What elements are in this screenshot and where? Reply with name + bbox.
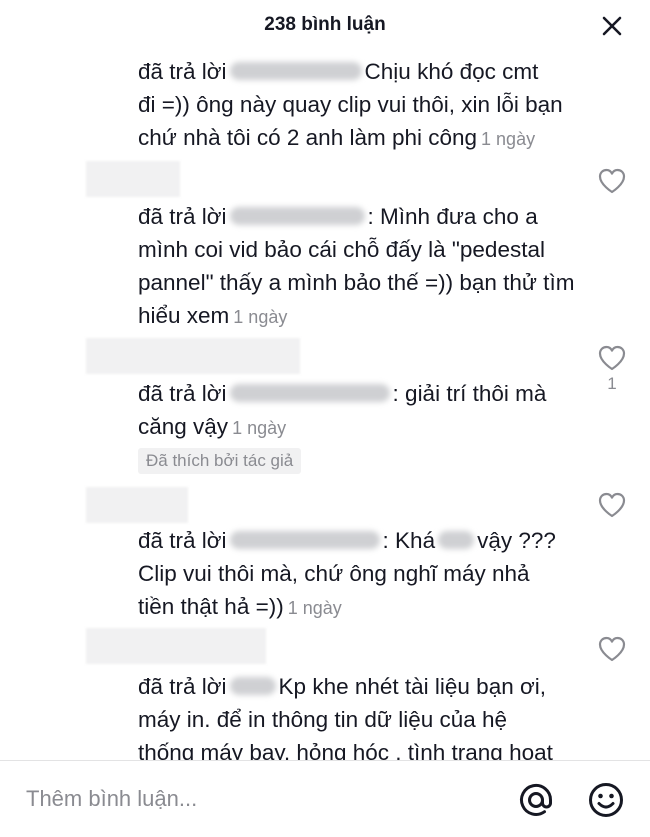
blurred-username-bar bbox=[86, 161, 180, 197]
like-button[interactable] bbox=[596, 167, 628, 195]
comment-input-bar bbox=[0, 760, 650, 837]
blurred-username-bar bbox=[86, 487, 188, 523]
comment-reply-text: đã trả lời: giải trí thôi mà căng vậy 1 n… bbox=[138, 381, 547, 439]
close-button[interactable] bbox=[598, 12, 626, 40]
comment-timestamp: 1 ngày bbox=[233, 307, 288, 327]
like-button[interactable] bbox=[596, 635, 628, 663]
comment-count-title: 238 bình luận bbox=[264, 14, 386, 35]
comment-timestamp: 1 ngày bbox=[232, 418, 287, 438]
comment-timestamp: 1 ngày bbox=[287, 598, 342, 618]
blurred-username-bar bbox=[86, 338, 300, 374]
blurred-username bbox=[229, 677, 276, 695]
comments-header: 238 bình luận bbox=[0, 0, 650, 50]
comment-list[interactable]: đã trả lời Chịu khó đọc cmt đi =)) ông nà… bbox=[0, 50, 650, 760]
add-comment-input[interactable] bbox=[26, 781, 486, 817]
comment-reply-text: đã trả lời Kp khe nhét tài liệu bạn ơi, m… bbox=[138, 674, 553, 760]
comment-reply-text: đã trả lời Chịu khó đọc cmt đi =)) ông nà… bbox=[138, 59, 563, 150]
comment-reply-text: đã trả lời: Khá vậy ??? Clip vui thôi mà,… bbox=[138, 528, 556, 619]
comment-timestamp: 1 ngày bbox=[481, 129, 536, 149]
heart-outline-icon bbox=[598, 345, 626, 371]
blurred-username-bar bbox=[86, 628, 266, 664]
heart-outline-icon bbox=[598, 636, 626, 662]
like-count: 1 bbox=[607, 374, 617, 393]
emoji-icon[interactable] bbox=[587, 781, 625, 819]
like-button[interactable]: 1 bbox=[596, 344, 628, 394]
heart-outline-icon bbox=[598, 492, 626, 518]
blurred-username bbox=[229, 531, 380, 549]
liked-by-author-badge: Đã thích bởi tác giả bbox=[138, 448, 302, 474]
blurred-username bbox=[229, 384, 390, 402]
heart-outline-icon bbox=[598, 168, 626, 194]
reply-prefix: đã trả lời bbox=[138, 59, 227, 84]
blurred-username bbox=[229, 62, 362, 80]
close-icon bbox=[602, 16, 622, 36]
at-icon[interactable] bbox=[517, 781, 555, 819]
blurred-word bbox=[438, 531, 475, 549]
like-button[interactable] bbox=[596, 491, 628, 519]
comment-reply-text: đã trả lời: Mình đưa cho a mình coi vid … bbox=[138, 204, 575, 328]
blurred-username bbox=[229, 207, 365, 225]
